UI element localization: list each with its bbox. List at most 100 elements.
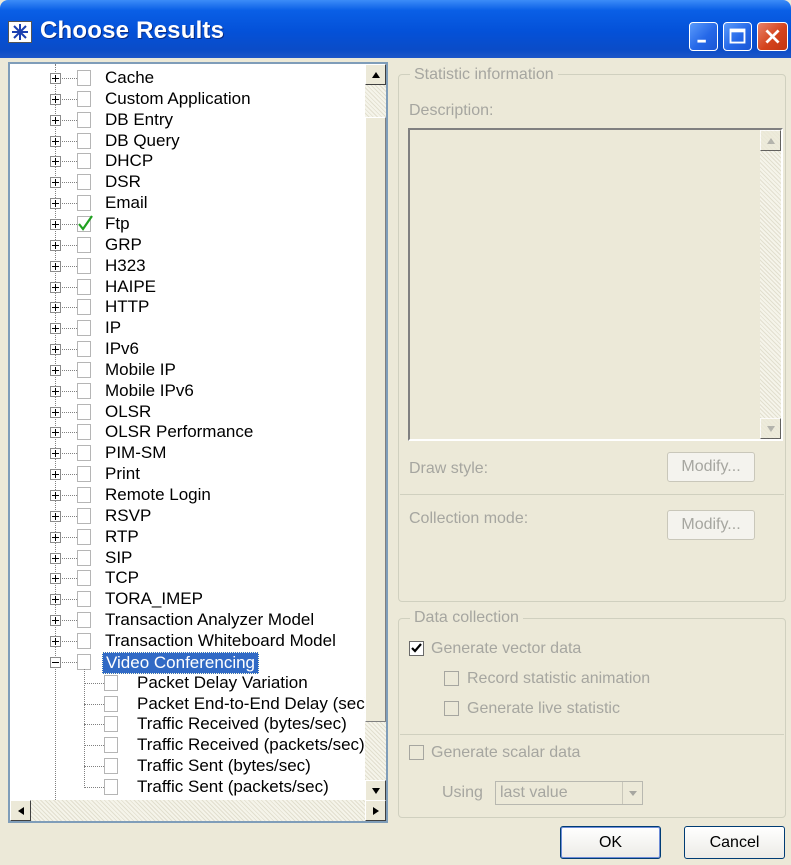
tree-subitem[interactable]: Traffic Received (bytes/sec) <box>10 714 370 735</box>
expand-icon[interactable] <box>50 469 61 481</box>
tree-item[interactable]: Mobile IPv6 <box>10 381 370 402</box>
tree-item[interactable]: Remote Login <box>10 485 370 506</box>
tree-item-checkbox[interactable] <box>77 236 91 253</box>
tree-item-checkbox[interactable] <box>77 90 91 107</box>
tree-item-checkbox[interactable] <box>77 424 91 441</box>
tree-item-checkbox[interactable] <box>77 195 91 212</box>
expand-icon[interactable] <box>50 573 61 585</box>
expand-icon[interactable] <box>50 344 61 356</box>
tree-horizontal-scrollbar[interactable] <box>10 800 386 821</box>
expand-icon[interactable] <box>50 260 61 272</box>
expand-icon[interactable] <box>50 448 61 460</box>
tree-item-checkbox[interactable] <box>77 174 91 191</box>
expand-icon[interactable] <box>50 531 61 543</box>
tree-item[interactable]: PIM-SM <box>10 443 370 464</box>
tree-item[interactable]: DSR <box>10 172 370 193</box>
tree-subitem-checkbox[interactable] <box>104 695 118 712</box>
tree-item[interactable]: RTP <box>10 527 370 548</box>
tree-item[interactable]: RSVP <box>10 506 370 527</box>
minimize-button[interactable] <box>689 22 718 51</box>
tree-vertical-scrollbar[interactable] <box>365 64 386 801</box>
expand-icon[interactable] <box>50 239 61 251</box>
close-button[interactable] <box>757 22 788 51</box>
tree-subitem-checkbox[interactable] <box>104 778 118 795</box>
tree-subitem-checkbox[interactable] <box>104 674 118 691</box>
draw-style-modify-button[interactable]: Modify... <box>667 452 755 482</box>
tree-item-checkbox[interactable] <box>77 215 93 232</box>
expand-icon[interactable] <box>50 302 61 314</box>
tree-item[interactable]: Custom Application <box>10 89 370 110</box>
tree-item[interactable]: Print <box>10 464 370 485</box>
tree-item-checkbox[interactable] <box>77 70 91 86</box>
tree-subitem-checkbox[interactable] <box>104 758 118 775</box>
tree-item-checkbox[interactable] <box>77 132 91 149</box>
tree-item-checkbox[interactable] <box>77 382 91 399</box>
tree-item[interactable]: Transaction Analyzer Model <box>10 610 370 631</box>
expand-icon[interactable] <box>50 135 61 147</box>
expand-icon[interactable] <box>50 156 61 168</box>
scroll-right-button[interactable] <box>365 800 386 821</box>
expand-icon[interactable] <box>50 218 61 230</box>
tree-subitem-checkbox[interactable] <box>104 737 118 754</box>
scroll-up-button[interactable] <box>365 64 386 85</box>
tree-subitem[interactable]: Packet End-to-End Delay (sec) <box>10 694 370 715</box>
tree-item[interactable]: IP <box>10 318 370 339</box>
tree-subitem[interactable]: Packet Delay Variation <box>10 673 370 694</box>
tree-item-checkbox[interactable] <box>77 632 91 649</box>
tree-item[interactable]: TORA_IMEP <box>10 589 370 610</box>
tree-item[interactable]: GRP <box>10 235 370 256</box>
expand-icon[interactable] <box>50 594 61 606</box>
tree-subitem[interactable]: Traffic Sent (packets/sec) <box>10 777 370 798</box>
tree-item[interactable]: DHCP <box>10 151 370 172</box>
tree-item-checkbox[interactable] <box>77 591 91 608</box>
tree-item-checkbox[interactable] <box>77 153 91 170</box>
tree-subitem-checkbox[interactable] <box>104 716 118 733</box>
expand-icon[interactable] <box>50 552 61 564</box>
tree-item-checkbox[interactable] <box>77 445 91 462</box>
tree-item[interactable]: SIP <box>10 548 370 569</box>
tree-item[interactable]: OLSR Performance <box>10 422 370 443</box>
expand-icon[interactable] <box>50 385 61 397</box>
title-bar[interactable]: Choose Results <box>0 0 791 58</box>
tree-item-checkbox[interactable] <box>77 257 91 274</box>
tree-item[interactable]: OLSR <box>10 402 370 423</box>
scroll-down-button[interactable] <box>365 780 386 801</box>
using-select[interactable]: last value <box>495 781 643 805</box>
expand-icon[interactable] <box>50 427 61 439</box>
tree-item[interactable]: Mobile IP <box>10 360 370 381</box>
maximize-button[interactable] <box>723 22 752 51</box>
tree-item-checkbox[interactable] <box>77 361 91 378</box>
generate-scalar-checkbox[interactable] <box>409 745 424 760</box>
tree-item[interactable]: H323 <box>10 256 370 277</box>
expand-icon[interactable] <box>50 114 61 126</box>
tree-item[interactable]: Cache <box>10 68 370 89</box>
tree-item-checkbox[interactable] <box>77 299 91 316</box>
tree-item[interactable]: Transaction Whiteboard Model <box>10 631 370 652</box>
tree-item-checkbox[interactable] <box>77 549 91 566</box>
tree-item-checkbox[interactable] <box>77 612 91 629</box>
tree-item-checkbox[interactable] <box>77 278 91 295</box>
tree-item-checkbox[interactable] <box>77 111 91 128</box>
collection-mode-modify-button[interactable]: Modify... <box>667 510 755 540</box>
tree-item-checkbox[interactable] <box>77 487 91 503</box>
expand-icon[interactable] <box>50 323 61 335</box>
expand-icon[interactable] <box>50 198 61 210</box>
tree-item-checkbox[interactable] <box>77 653 91 670</box>
ok-button[interactable]: OK <box>560 826 661 859</box>
expand-icon[interactable] <box>50 635 61 647</box>
generate-vector-checkbox[interactable] <box>409 641 424 656</box>
tree-subitem[interactable]: Traffic Received (packets/sec) <box>10 735 370 756</box>
expand-icon[interactable] <box>50 73 61 84</box>
tree-item[interactable]: HTTP <box>10 297 370 318</box>
collapse-icon[interactable] <box>50 656 61 668</box>
expand-icon[interactable] <box>50 490 61 501</box>
tree-item-checkbox[interactable] <box>77 570 91 587</box>
cancel-button[interactable]: Cancel <box>684 826 785 859</box>
tree-item-checkbox[interactable] <box>77 528 91 545</box>
tree-item-checkbox[interactable] <box>77 320 91 337</box>
tree-item[interactable]: TCP <box>10 568 370 589</box>
scroll-thumb[interactable] <box>365 117 386 722</box>
expand-icon[interactable] <box>50 281 61 293</box>
tree-item-checkbox[interactable] <box>77 341 91 358</box>
tree-item[interactable]: DB Query <box>10 131 370 152</box>
